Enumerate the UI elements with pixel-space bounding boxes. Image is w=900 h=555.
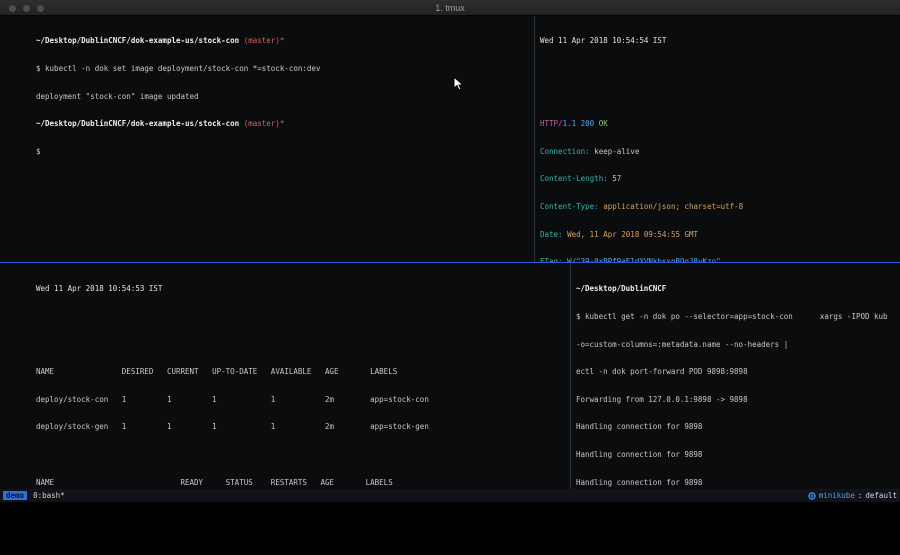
http-header-value: 57 (608, 174, 622, 183)
status-right: minikube:default (808, 491, 897, 500)
http-header-name: Date: (540, 230, 563, 239)
http-header-name: Content-Type: (540, 202, 599, 211)
terminal-output: Handling connection for 9898 (576, 450, 898, 459)
terminal-output: Handling connection for 9898 (576, 422, 898, 431)
kube-namespace: default (865, 491, 897, 500)
blank-line (36, 312, 565, 321)
prompt-path: ~/Desktop/DublinCNCF/dok-example-us/stoc… (36, 119, 239, 128)
terminal-output: deployment "stock-con" image updated (36, 92, 530, 101)
http-header-value: Wed, 11 Apr 2018 09:54:55 GMT (563, 230, 698, 239)
prompt-path: ~/Desktop/DublinCNCF (576, 284, 898, 293)
timestamp: Wed 11 Apr 2018 10:54:54 IST (540, 36, 896, 45)
window-controls (9, 5, 44, 12)
pane-divider-vertical-bottom[interactable] (570, 263, 571, 489)
terminal-output: Forwarding from 127.0.0.1:9898 -> 9898 (576, 395, 898, 404)
terminal-command: -o=custom-columns=:metadata.name --no-he… (576, 340, 898, 349)
tmux-session-name[interactable]: demo (3, 491, 27, 500)
http-reason: OK (594, 119, 608, 128)
pane-http-response-watch[interactable]: Wed 11 Apr 2018 10:54:54 IST HTTP/1.1 20… (536, 16, 900, 262)
blank-line (540, 92, 896, 101)
table-header-row: NAME READY STATUS RESTARTS AGE LABELS (36, 478, 565, 487)
kube-context: minikube (819, 491, 855, 500)
git-branch: (master)* (239, 119, 284, 128)
zoom-window-button[interactable] (37, 5, 44, 12)
table-row: deploy/stock-gen 1 1 1 1 2m app=stock-ge… (36, 422, 565, 431)
kubernetes-icon (808, 492, 816, 500)
git-branch: (master)* (239, 36, 284, 45)
terminal-line: ~/Desktop/DublinCNCF/dok-example-us/stoc… (36, 119, 530, 128)
desktop: 1. tmux ~/Desktop/DublinCNCF/dok-example… (0, 0, 900, 555)
table-row: deploy/stock-con 1 1 1 1 2m app=stock-co… (36, 395, 565, 404)
mouse-cursor (453, 76, 465, 92)
terminal-command: $ kubectl -n dok set image deployment/st… (36, 64, 530, 73)
window-title: 1. tmux (435, 3, 465, 13)
terminal-window: 1. tmux ~/Desktop/DublinCNCF/dok-example… (0, 0, 900, 502)
timestamp: Wed 11 Apr 2018 10:54:53 IST (36, 284, 565, 293)
blank-line (540, 64, 896, 73)
http-header: Connection: keep-alive (540, 147, 896, 156)
http-header: Date: Wed, 11 Apr 2018 09:54:55 GMT (540, 230, 896, 239)
close-window-button[interactable] (9, 5, 16, 12)
terminal-output: Handling connection for 9898 (576, 478, 898, 487)
tmux-status-bar: demo 0:bash* minikube:default (0, 489, 900, 502)
http-header: Content-Type: application/json; charset=… (540, 202, 896, 211)
tmux-window-item[interactable]: 0:bash* (33, 491, 65, 500)
terminal-command: $ kubectl get -n dok po --selector=app=s… (576, 312, 898, 321)
http-header-value: application/json; charset=utf-8 (599, 202, 744, 211)
terminal-prompt: $ (36, 147, 530, 156)
pane-port-forward[interactable]: ~/Desktop/DublinCNCF $ kubectl get -n do… (573, 263, 900, 489)
terminal-line: ~/Desktop/DublinCNCF/dok-example-us/stoc… (36, 36, 530, 45)
pane-shell-kubectl-set-image[interactable]: ~/Desktop/DublinCNCF/dok-example-us/stoc… (0, 16, 534, 262)
prompt-path: ~/Desktop/DublinCNCF/dok-example-us/stoc… (36, 36, 239, 45)
pane-divider-horizontal-active[interactable] (0, 262, 900, 263)
status-left: demo 0:bash* (3, 491, 65, 500)
blank-line (36, 340, 565, 349)
http-header-name: Content-Length: (540, 174, 608, 183)
minimize-window-button[interactable] (23, 5, 30, 12)
http-version-code: 1.1 200 (563, 119, 595, 128)
http-status-line: HTTP/1.1 200 OK (540, 119, 896, 128)
pane-kubectl-get-watch[interactable]: Wed 11 Apr 2018 10:54:53 IST NAME DESIRE… (0, 263, 569, 489)
kube-separator: : (858, 491, 863, 500)
table-header-row: NAME DESIRED CURRENT UP-TO-DATE AVAILABL… (36, 367, 565, 376)
blank-line (36, 450, 565, 459)
http-header-value: keep-alive (590, 147, 640, 156)
pane-divider-vertical-top[interactable] (534, 16, 535, 262)
http-header: Content-Length: 57 (540, 174, 896, 183)
titlebar[interactable]: 1. tmux (0, 0, 900, 16)
terminal-command: ectl -n dok port-forward POD 9898:9898 (576, 367, 898, 376)
http-header-name: Connection: (540, 147, 590, 156)
http-proto: HTTP/ (540, 119, 563, 128)
